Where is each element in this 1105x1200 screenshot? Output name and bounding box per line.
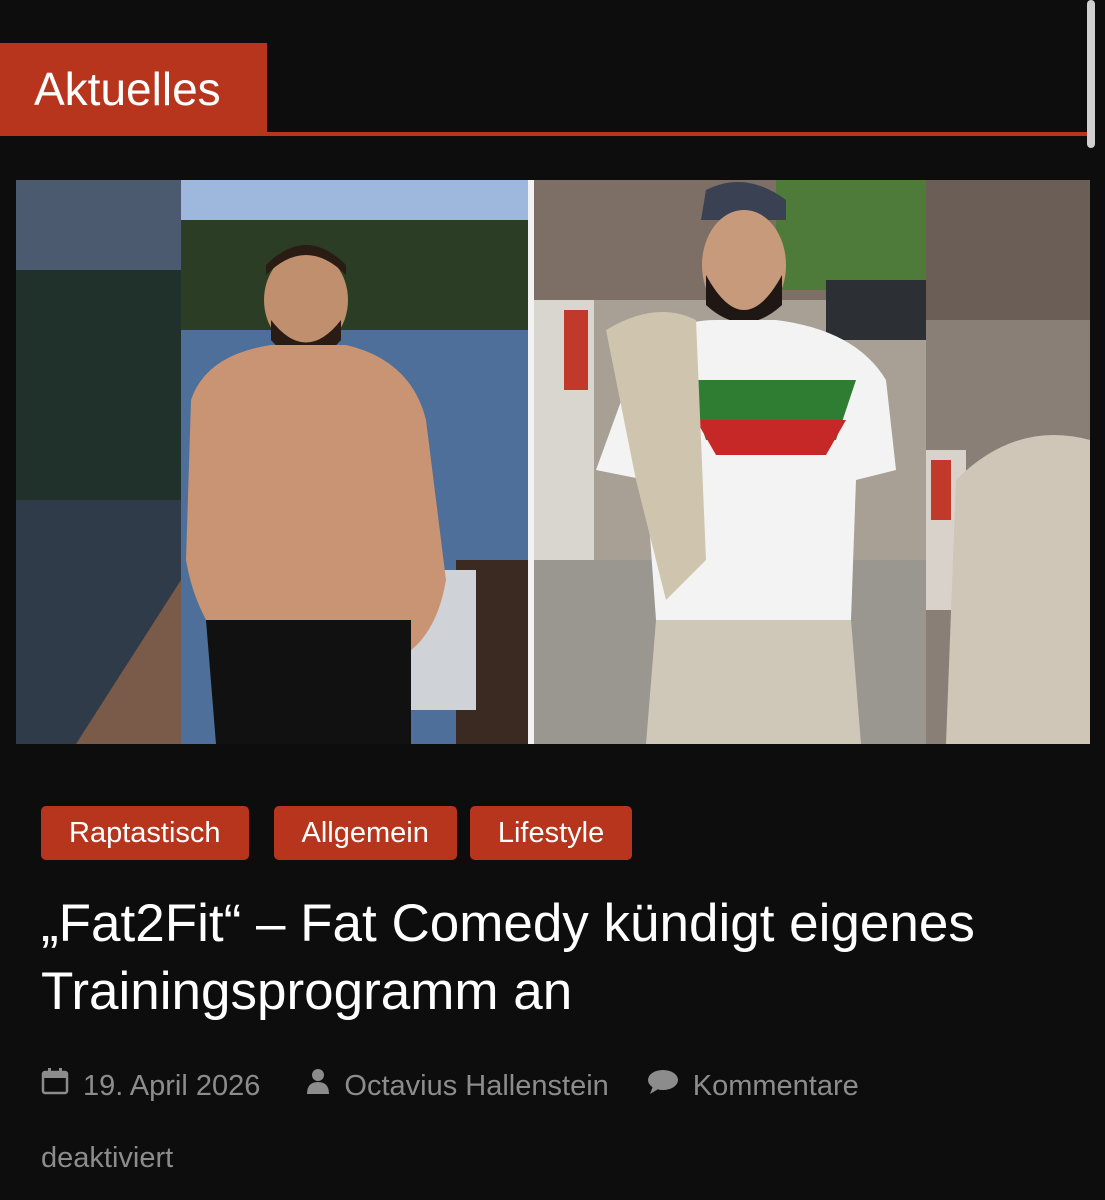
before-after-photo xyxy=(16,180,1090,744)
article-author[interactable]: Octavius Hallenstein xyxy=(306,1050,609,1122)
calendar-icon xyxy=(41,1050,69,1122)
section-divider xyxy=(0,132,1092,136)
article-date-text: 19. April 2026 xyxy=(83,1070,261,1102)
featured-image[interactable] xyxy=(16,180,1090,744)
category-lifestyle[interactable]: Lifestyle xyxy=(469,806,633,860)
comments-status-text-2: deaktiviert xyxy=(41,1142,174,1174)
section-title-tab: Aktuelles xyxy=(0,43,267,135)
category-list: Raptastisch Allgemein Lifestyle xyxy=(41,806,633,860)
section-title: Aktuelles xyxy=(34,63,221,115)
article-meta: 19. April 2026 Octavius Hallenstein Komm… xyxy=(41,1050,1061,1194)
article-date[interactable]: 19. April 2026 xyxy=(41,1050,260,1122)
category-allgemein[interactable]: Allgemein xyxy=(273,806,457,860)
article-author-text: Octavius Hallenstein xyxy=(344,1070,609,1102)
page: Aktuelles Raptastisch Allgemein Lifestyl… xyxy=(0,0,1105,1200)
comment-bubble-icon xyxy=(647,1050,679,1122)
user-icon xyxy=(306,1050,330,1122)
comments-status-text: Kommentare xyxy=(692,1070,859,1102)
article-title[interactable]: „Fat2Fit“ – Fat Comedy kündigt eigenes T… xyxy=(41,890,1061,1026)
category-raptastisch[interactable]: Raptastisch xyxy=(41,806,249,860)
scrollbar[interactable] xyxy=(1087,0,1095,148)
